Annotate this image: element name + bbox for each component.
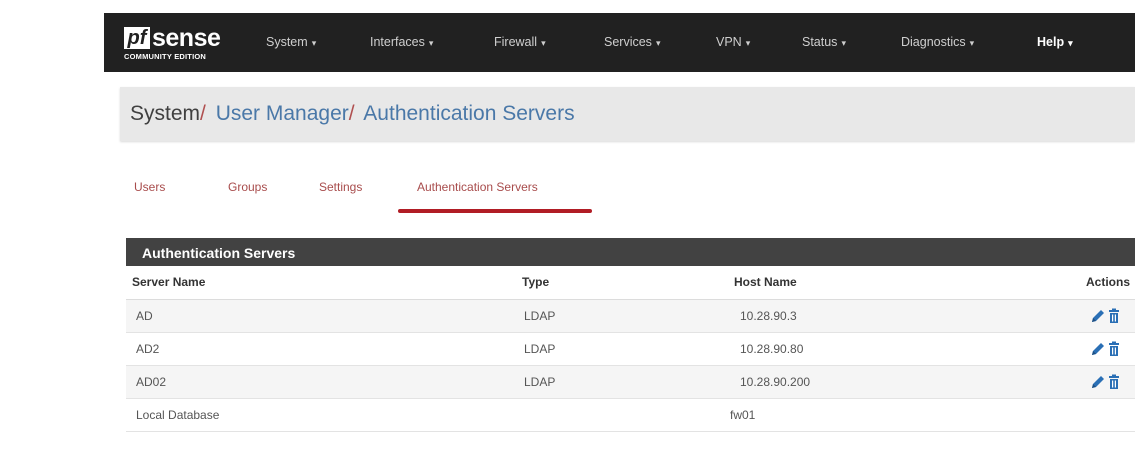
column-actions: Actions	[1086, 275, 1131, 289]
cell-host-name: 10.28.90.3	[740, 309, 797, 323]
nav-diagnostics-label: Diagnostics	[901, 35, 966, 49]
logo-subtitle: COMMUNITY EDITION	[124, 52, 207, 61]
pfsense-logo[interactable]: pf sense COMMUNITY EDITION	[124, 24, 228, 62]
row-actions	[1090, 308, 1130, 324]
chevron-down-icon: ▾	[969, 38, 975, 48]
cell-type: LDAP	[524, 375, 556, 389]
column-host-name: Host Name	[734, 275, 797, 289]
nav-help[interactable]: Help ▾	[1037, 13, 1073, 72]
nav-firewall-label: Firewall	[494, 35, 538, 49]
tab-bar: Users Groups Settings Authentication Ser…	[120, 160, 1135, 216]
column-type: Type	[522, 275, 550, 289]
breadcrumb-system: System	[130, 102, 201, 125]
cell-type: LDAP	[524, 342, 556, 356]
row-actions	[1090, 341, 1130, 357]
cell-server-name: Local Database	[136, 408, 220, 422]
nav-services[interactable]: Services ▾	[604, 13, 660, 72]
cell-server-name: AD2	[136, 342, 160, 356]
chevron-down-icon: ▾	[841, 38, 846, 48]
active-tab-indicator	[398, 209, 592, 213]
nav-firewall[interactable]: Firewall ▾	[494, 13, 546, 72]
nav-status[interactable]: Status ▾	[802, 13, 846, 72]
table-row: Local Database fw01	[126, 399, 1135, 432]
table-row: AD LDAP 10.28.90.3	[126, 300, 1135, 333]
chevron-down-icon: ▾	[745, 38, 751, 48]
trash-icon[interactable]	[1106, 341, 1122, 357]
cell-type: LDAP	[524, 309, 556, 323]
trash-icon[interactable]	[1106, 308, 1122, 324]
cell-host-name: 10.28.90.80	[740, 342, 804, 356]
cell-host-name: 10.28.90.200	[740, 375, 811, 389]
breadcrumb-bar: System/ User Manager/ Authentication Ser…	[120, 87, 1135, 141]
tab-authentication-servers[interactable]: Authentication Servers	[417, 180, 538, 194]
top-navbar: pf sense COMMUNITY EDITION System ▾ Inter…	[104, 13, 1135, 72]
column-server-name: Server Name	[132, 275, 206, 289]
nav-help-label: Help	[1037, 35, 1065, 49]
row-actions	[1090, 374, 1130, 390]
trash-icon[interactable]	[1106, 374, 1122, 390]
nav-vpn[interactable]: VPN ▾	[716, 13, 750, 72]
logo-mark: pf	[124, 27, 150, 49]
nav-interfaces-label: Interfaces	[370, 35, 425, 49]
cell-host-name: fw01	[730, 408, 756, 422]
breadcrumb-separator: /	[348, 102, 355, 125]
chevron-down-icon: ▾	[428, 38, 434, 48]
cell-server-name: AD02	[136, 375, 167, 389]
table-row: AD2 LDAP 10.28.90.80	[126, 333, 1135, 366]
pencil-icon[interactable]	[1090, 341, 1106, 357]
breadcrumb-authentication-servers[interactable]: Authentication Servers	[363, 102, 574, 125]
nav-interfaces[interactable]: Interfaces ▾	[370, 13, 433, 72]
nav-services-label: Services	[604, 35, 652, 49]
nav-system-label: System	[266, 35, 308, 49]
chevron-down-icon: ▾	[1068, 38, 1073, 48]
pencil-icon[interactable]	[1090, 308, 1106, 324]
nav-system[interactable]: System ▾	[266, 13, 316, 72]
tab-groups[interactable]: Groups	[228, 180, 267, 194]
breadcrumb-separator: /	[200, 102, 206, 125]
logo-text: sense	[152, 24, 221, 52]
panel-title: Authentication Servers	[126, 238, 1135, 266]
chevron-down-icon: ▾	[311, 38, 317, 48]
nav-diagnostics[interactable]: Diagnostics ▾	[901, 13, 974, 72]
pencil-icon[interactable]	[1090, 374, 1106, 390]
auth-servers-panel: Authentication Servers Server Name Type …	[126, 238, 1135, 438]
breadcrumb-user-manager[interactable]: User Manager	[216, 102, 349, 125]
cell-server-name: AD	[136, 309, 153, 323]
tab-settings[interactable]: Settings	[319, 180, 362, 194]
table-header: Server Name Type Host Name Actions	[126, 266, 1135, 300]
nav-vpn-label: VPN	[716, 35, 742, 49]
chevron-down-icon: ▾	[541, 38, 546, 48]
tab-users[interactable]: Users	[134, 180, 165, 194]
chevron-down-icon: ▾	[655, 38, 661, 48]
breadcrumb: System/ User Manager/ Authentication Ser…	[130, 87, 575, 141]
table-row: AD02 LDAP 10.28.90.200	[126, 366, 1135, 399]
nav-status-label: Status	[802, 35, 838, 49]
